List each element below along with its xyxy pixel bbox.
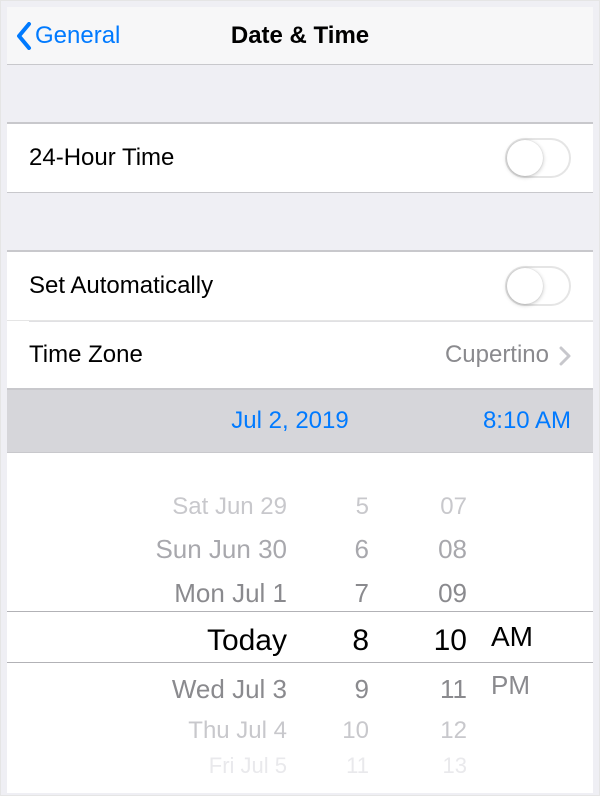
- row-label: Set Automatically: [29, 272, 213, 300]
- picker-item[interactable]: PM: [491, 663, 530, 707]
- picker-item[interactable]: 07: [440, 487, 467, 527]
- chevron-left-icon: [15, 22, 33, 50]
- section-24hour: 24-Hour Time: [7, 123, 593, 193]
- row-24-hour-time[interactable]: 24-Hour Time: [7, 124, 593, 192]
- toggle-24-hour[interactable]: [505, 138, 571, 178]
- picker-item[interactable]: 9: [355, 667, 369, 711]
- picker-item-selected[interactable]: 10: [434, 615, 467, 667]
- selected-time: 8:10 AM: [431, 407, 571, 435]
- picker-item[interactable]: Wed Jul 3: [172, 667, 287, 711]
- section-auto-timezone: Set Automatically Time Zone Cupertino: [7, 251, 593, 389]
- back-label: General: [35, 22, 120, 50]
- picker-item[interactable]: 5: [356, 487, 369, 527]
- picker-column-ampm[interactable]: AM PM: [477, 453, 557, 793]
- row-label: 24-Hour Time: [29, 144, 174, 172]
- picker-item[interactable]: 11: [346, 751, 369, 781]
- picker-column-hour[interactable]: 5 6 7 8 9 10 11: [297, 453, 387, 793]
- picker-item[interactable]: 7: [355, 571, 369, 615]
- picker-column-date[interactable]: Sat Jun 29 Sun Jun 30 Mon Jul 1 Today We…: [67, 453, 297, 793]
- datetime-picker[interactable]: Sat Jun 29 Sun Jun 30 Mon Jul 1 Today We…: [7, 453, 593, 793]
- picker-item-selected[interactable]: 8: [352, 615, 369, 667]
- selected-date: Jul 2, 2019: [29, 407, 431, 435]
- picker-item[interactable]: 09: [438, 571, 467, 615]
- picker-item[interactable]: Mon Jul 1: [174, 571, 287, 615]
- picker-item-selected[interactable]: Today: [207, 615, 287, 667]
- picker-item[interactable]: Thu Jul 4: [188, 711, 287, 751]
- picker-item[interactable]: 10: [342, 711, 369, 751]
- picker-item[interactable]: Sat Jun 29: [172, 487, 287, 527]
- toggle-knob: [507, 140, 543, 176]
- row-time-zone[interactable]: Time Zone Cupertino: [7, 320, 593, 388]
- toggle-knob: [507, 268, 543, 304]
- row-label: Time Zone: [29, 341, 143, 369]
- back-button[interactable]: General: [7, 22, 120, 50]
- picker-item[interactable]: 08: [438, 527, 467, 571]
- picker-item[interactable]: 13: [443, 751, 467, 781]
- picker-item[interactable]: Sun Jun 30: [155, 527, 287, 571]
- section-gap: [7, 193, 593, 251]
- picker-item[interactable]: 12: [440, 711, 467, 751]
- chevron-right-icon: [559, 345, 571, 365]
- picker-item-selected[interactable]: AM: [491, 611, 533, 663]
- picker-column-minute[interactable]: 07 08 09 10 11 12 13: [387, 453, 477, 793]
- section-gap: [7, 65, 593, 123]
- picker-item[interactable]: Fri Jul 5: [209, 751, 287, 781]
- time-zone-value: Cupertino: [445, 341, 549, 369]
- row-current-datetime[interactable]: Jul 2, 2019 8:10 AM: [7, 389, 593, 453]
- row-set-automatically[interactable]: Set Automatically: [7, 252, 593, 320]
- picker-item[interactable]: 11: [440, 667, 467, 711]
- nav-bar: General Date & Time: [7, 7, 593, 65]
- picker-item[interactable]: 6: [355, 527, 369, 571]
- toggle-set-automatically[interactable]: [505, 266, 571, 306]
